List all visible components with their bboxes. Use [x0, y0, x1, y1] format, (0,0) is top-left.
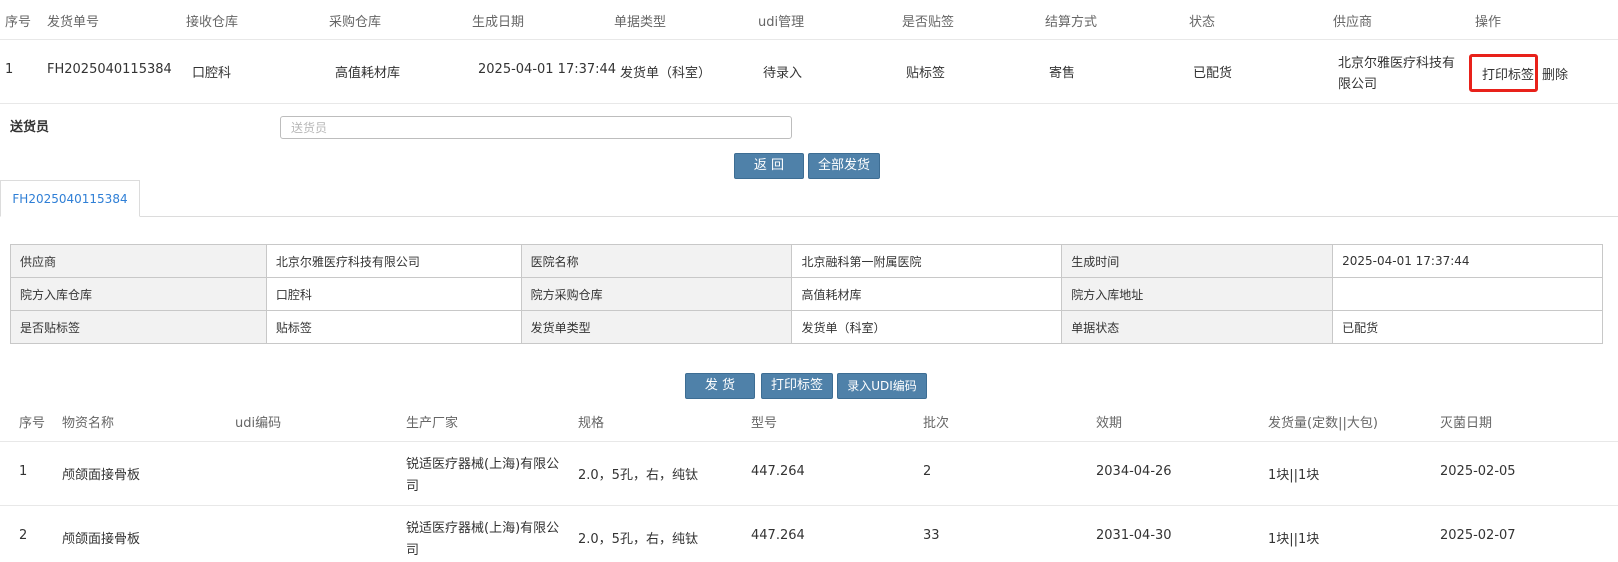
- udi-status: 待录入: [763, 66, 803, 81]
- batch: 2: [923, 464, 932, 479]
- col-header: 物资名称: [62, 416, 115, 431]
- col-header: 灭菌日期: [1440, 416, 1493, 431]
- sterilization-date: 2025-02-05: [1440, 464, 1516, 479]
- col-header: 发货量(定数||大包): [1268, 416, 1378, 431]
- ship-quantity: 1块||1块: [1268, 532, 1320, 547]
- col-header: 是否贴签: [902, 15, 955, 30]
- model: 447.264: [751, 464, 805, 479]
- col-header: 序号: [5, 15, 32, 30]
- enter-udi-button[interactable]: 录入UDI编码: [837, 373, 927, 399]
- col-header: 生产厂家: [406, 416, 459, 431]
- delete-link[interactable]: 删除: [1542, 64, 1568, 83]
- info-value: 2025-04-01 17:37:44: [1332, 244, 1603, 278]
- back-button[interactable]: 返 回: [734, 153, 804, 179]
- col-header: udi编码: [235, 416, 282, 431]
- col-header: 型号: [751, 416, 778, 431]
- info-key: 院方入库地址: [1061, 277, 1334, 311]
- info-value: 贴标签: [265, 310, 522, 344]
- info-value: [1332, 277, 1603, 311]
- batch: 33: [923, 528, 940, 543]
- created-date: 2025-04-01 17:37:44: [478, 62, 617, 77]
- col-header: 接收仓库: [186, 15, 239, 30]
- manufacturer-line2: 司: [406, 479, 420, 494]
- manufacturer-line2: 司: [406, 543, 420, 558]
- tab-order[interactable]: FH2025040115384: [0, 180, 140, 217]
- col-header: 发货单号: [47, 15, 100, 30]
- manufacturer-line1: 锐适医疗器械(上海)有限公: [406, 521, 560, 536]
- col-header: 规格: [578, 416, 605, 431]
- sterilization-date: 2025-02-07: [1440, 528, 1516, 543]
- order-info-table: 供应商 北京尔雅医疗科技有限公司 医院名称 北京融科第一附属医院 生成时间 20…: [10, 244, 1603, 344]
- table-row[interactable]: 1 颅颌面接骨板 锐适医疗器械(上海)有限公 司 2.0，5孔，右，纯钛 447…: [0, 442, 1618, 506]
- info-row: 院方入库仓库 口腔科 院方采购仓库 高值耗材库 院方入库地址: [10, 277, 1603, 311]
- row-index: 2: [19, 528, 28, 543]
- row-index: 1: [5, 62, 14, 77]
- info-key: 发货单类型: [520, 310, 793, 344]
- spec: 2.0，5孔，右，纯钛: [578, 468, 698, 483]
- info-row: 是否贴标签 贴标签 发货单类型 发货单（科室） 单据状态 已配货: [10, 310, 1603, 344]
- items-table-header: 序号 物资名称 udi编码 生产厂家 规格 型号 批次 效期 发货量(定数||大…: [0, 400, 1618, 442]
- status-text: 已配货: [1193, 66, 1233, 81]
- info-value: 高值耗材库: [791, 277, 1063, 311]
- row-index: 1: [19, 464, 28, 479]
- label-status: 贴标签: [906, 66, 946, 81]
- info-value: 北京尔雅医疗科技有限公司: [265, 244, 522, 278]
- info-key: 医院名称: [520, 244, 793, 278]
- col-header: 单据类型: [614, 15, 667, 30]
- info-key: 单据状态: [1061, 310, 1334, 344]
- info-key: 院方入库仓库: [10, 277, 267, 311]
- col-header: 效期: [1096, 416, 1123, 431]
- ship-button[interactable]: 发 货: [685, 373, 755, 399]
- supplier-name-line2: 限公司: [1338, 77, 1378, 92]
- receive-warehouse: 口腔科: [192, 66, 232, 81]
- item-name: 颅颌面接骨板: [62, 532, 141, 547]
- items-table: 序号 物资名称 udi编码 生产厂家 规格 型号 批次 效期 发货量(定数||大…: [0, 400, 1618, 562]
- info-value: 已配货: [1332, 310, 1603, 344]
- col-header: 批次: [923, 416, 950, 431]
- spec: 2.0，5孔，右，纯钛: [578, 532, 698, 547]
- info-key: 是否贴标签: [10, 310, 267, 344]
- col-header: 操作: [1475, 15, 1502, 30]
- courier-label: 送货员: [10, 120, 50, 135]
- col-header: 序号: [19, 416, 46, 431]
- info-key: 生成时间: [1061, 244, 1334, 278]
- courier-input[interactable]: [280, 116, 792, 139]
- print-label-highlight-box: [1469, 54, 1538, 92]
- table-row[interactable]: 1 FH2025040115384 口腔科 高值耗材库 2025-04-01 1…: [0, 40, 1618, 104]
- print-label-button[interactable]: 打印标签: [761, 373, 833, 399]
- order-number: FH2025040115384: [47, 62, 172, 77]
- item-name: 颅颌面接骨板: [62, 468, 141, 483]
- info-key: 供应商: [10, 244, 267, 278]
- info-value: 口腔科: [265, 277, 522, 311]
- info-value: 北京融科第一附属医院: [791, 244, 1063, 278]
- table-row[interactable]: 2 颅颌面接骨板 锐适医疗器械(上海)有限公 司 2.0，5孔，右，纯钛 447…: [0, 506, 1618, 562]
- orders-table: 序号 发货单号 接收仓库 采购仓库 生成日期 单据类型 udi管理 是否贴签 结…: [0, 0, 1618, 104]
- orders-table-header: 序号 发货单号 接收仓库 采购仓库 生成日期 单据类型 udi管理 是否贴签 结…: [0, 0, 1618, 40]
- col-header: udi管理: [758, 15, 805, 30]
- col-header: 采购仓库: [329, 15, 382, 30]
- col-header: 生成日期: [472, 15, 525, 30]
- ship-quantity: 1块||1块: [1268, 468, 1320, 483]
- col-header: 状态: [1189, 15, 1216, 30]
- col-header: 供应商: [1333, 15, 1373, 30]
- tab-bar: FH2025040115384: [0, 180, 1618, 217]
- document-type: 发货单（科室）: [620, 66, 712, 81]
- purchase-warehouse: 高值耗材库: [335, 66, 401, 81]
- ship-all-button[interactable]: 全部发货: [808, 153, 880, 179]
- info-row: 供应商 北京尔雅医疗科技有限公司 医院名称 北京融科第一附属医院 生成时间 20…: [10, 244, 1603, 278]
- expiry-date: 2034-04-26: [1096, 464, 1172, 479]
- info-key: 院方采购仓库: [520, 277, 793, 311]
- col-header: 结算方式: [1045, 15, 1098, 30]
- settlement-method: 寄售: [1049, 66, 1076, 81]
- model: 447.264: [751, 528, 805, 543]
- supplier-name-line1: 北京尔雅医疗科技有: [1338, 56, 1456, 71]
- manufacturer-line1: 锐适医疗器械(上海)有限公: [406, 457, 560, 472]
- info-value: 发货单（科室）: [791, 310, 1063, 344]
- expiry-date: 2031-04-30: [1096, 528, 1172, 543]
